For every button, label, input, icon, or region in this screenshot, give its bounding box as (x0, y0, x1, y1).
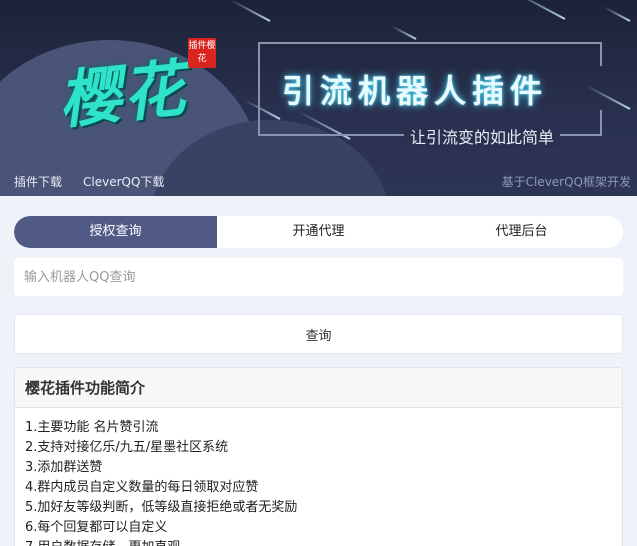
feature-item: 6.每个回复都可以自定义 (25, 520, 168, 535)
banner-headline: 引流机器人插件 (282, 72, 549, 110)
meteor-streak (511, 0, 566, 20)
header-banner: 樱花 插件樱花 引流机器人插件 让引流变的如此简单 插件下载 CleverQQ下… (0, 0, 637, 196)
query-button[interactable]: 查询 (14, 314, 623, 354)
framework-credit: 基于CleverQQ框架开发 (501, 175, 631, 189)
feature-item: 3.添加群送赞 (25, 460, 103, 475)
feature-item: 2.支持对接亿乐/九五/星墨社区系统 (25, 440, 229, 455)
meteor-streak (228, 0, 271, 22)
headline-frame-edge (600, 110, 602, 136)
feature-item: 7.用户数据存储，更加直观 (25, 538, 612, 546)
feature-panel-title: 樱花插件功能简介 (15, 368, 622, 408)
feature-list: 1.主要功能 名片赞引流 2.支持对接亿乐/九五/星墨社区系统 3.添加群送赞 … (15, 408, 622, 546)
tab-bar: 授权查询 开通代理 代理后台 (14, 216, 623, 248)
tab-auth-query[interactable]: 授权查询 (14, 216, 217, 248)
tab-open-agent[interactable]: 开通代理 (217, 216, 420, 248)
feature-panel: 樱花插件功能简介 1.主要功能 名片赞引流 2.支持对接亿乐/九五/星墨社区系统… (14, 367, 623, 546)
meteor-streak (603, 6, 631, 22)
nav-cleverqq-download[interactable]: CleverQQ下载 (83, 173, 164, 190)
seal-stamp: 插件樱花 (188, 38, 216, 68)
tab-agent-backend[interactable]: 代理后台 (420, 216, 623, 248)
meteor-streak (390, 24, 417, 40)
feature-item: 5.加好友等级判断，低等级直接拒绝或者无奖励 (25, 500, 298, 515)
robot-qq-input[interactable] (14, 258, 623, 296)
nav-plugin-download[interactable]: 插件下载 (14, 173, 62, 190)
headline-frame-edge (600, 42, 602, 66)
banner-tagline: 让引流变的如此简单 (404, 124, 561, 148)
feature-item: 4.群内成员自定义数量的每日领取对应赞 (25, 480, 259, 495)
sakura-logo: 樱花 (55, 51, 191, 138)
feature-item: 1.主要功能 名片赞引流 (25, 420, 159, 435)
